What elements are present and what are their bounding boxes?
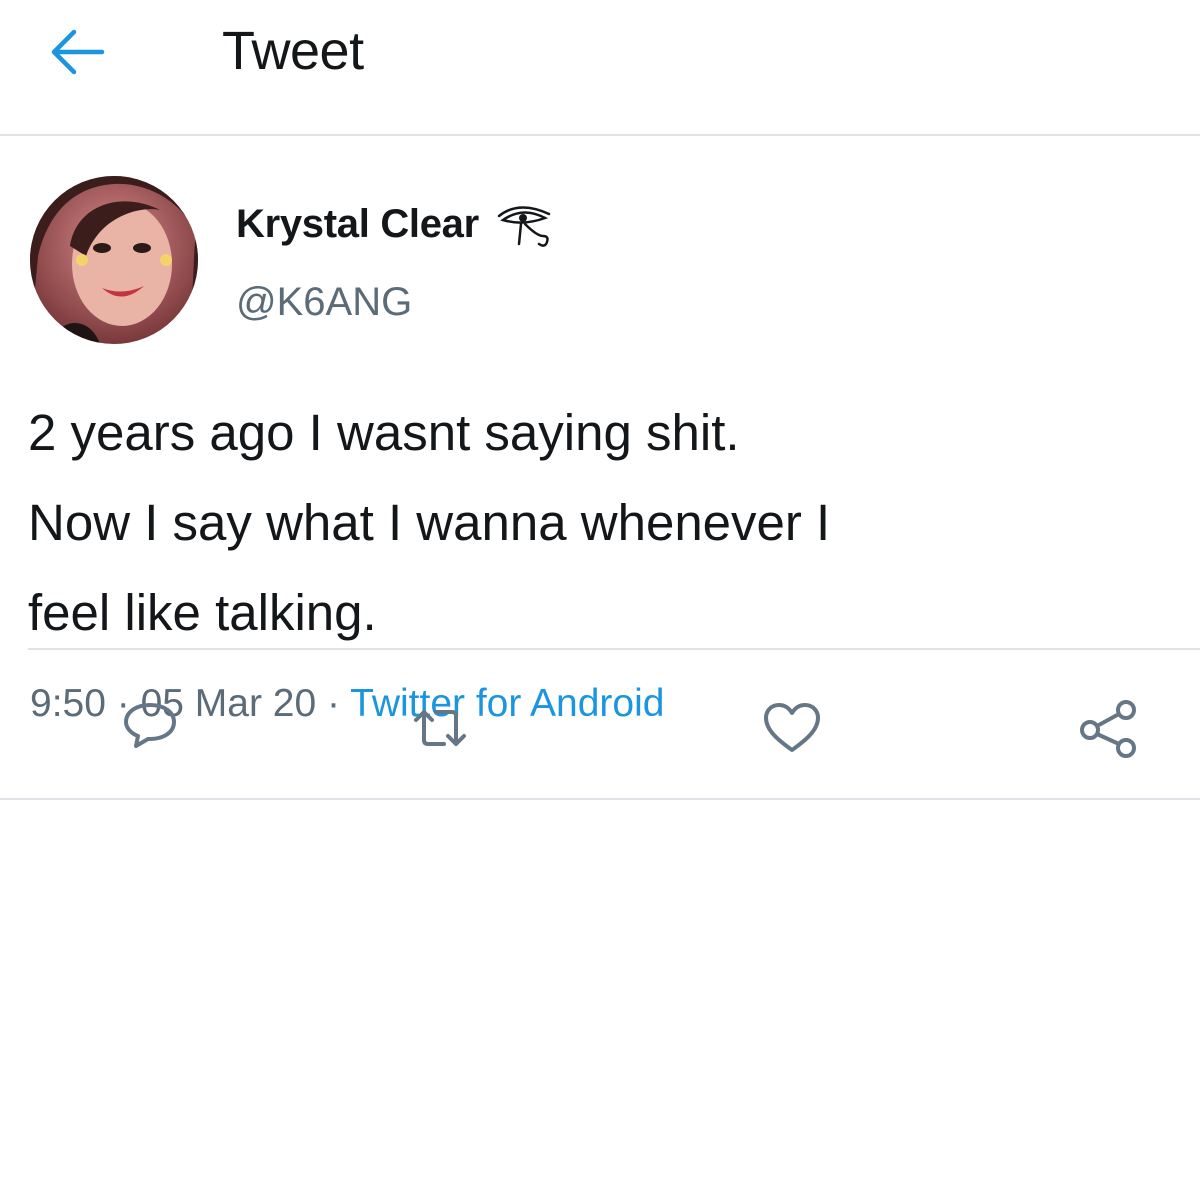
action-bar [0, 650, 1200, 798]
share-icon [1080, 700, 1136, 758]
retweet-icon [414, 710, 466, 746]
avatar[interactable] [30, 176, 198, 344]
share-button[interactable] [1076, 696, 1140, 760]
tweet-text: 2 years ago I wasnt saying shit. Now I s… [28, 404, 831, 641]
author-name-row: Krystal Clear [236, 196, 555, 252]
retweet-button[interactable] [408, 696, 472, 760]
reply-icon [124, 703, 176, 748]
author-handle[interactable]: @K6ANG [236, 280, 412, 325]
like-button[interactable] [760, 696, 824, 760]
heart-icon [764, 703, 820, 752]
reply-button[interactable] [118, 696, 182, 760]
eye-of-horus-icon [493, 196, 555, 252]
top-bar: Tweet [0, 0, 1200, 136]
avatar-photo [30, 176, 198, 344]
divider [0, 798, 1200, 800]
back-button[interactable] [44, 24, 108, 80]
page-title: Tweet [222, 21, 364, 81]
author-display-name[interactable]: Krystal Clear [236, 202, 479, 247]
arrow-left-icon [51, 29, 105, 75]
